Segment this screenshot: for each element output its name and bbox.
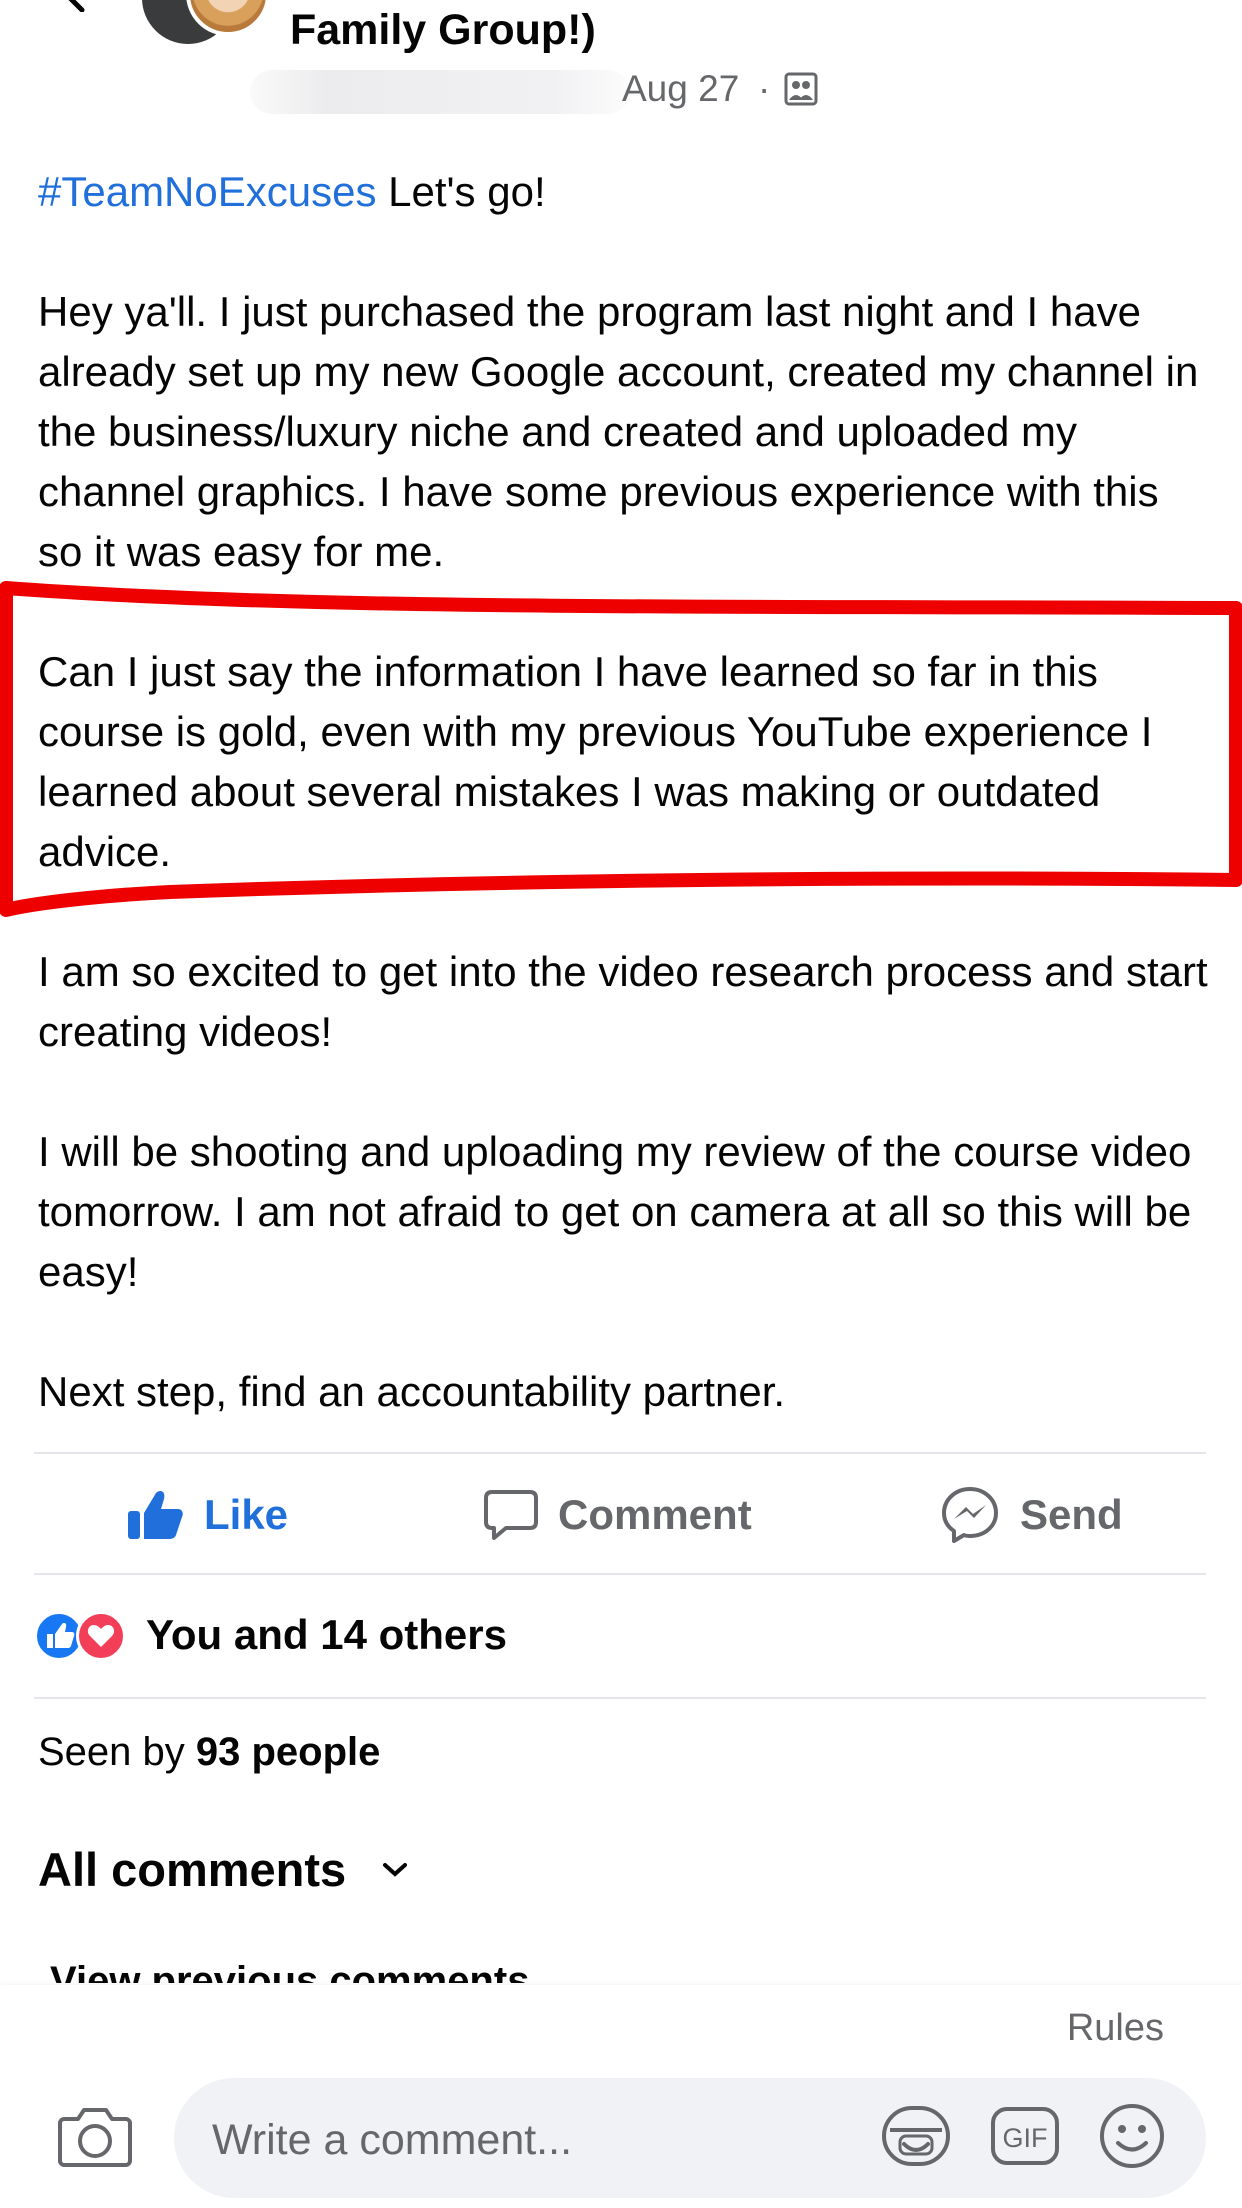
comment-filter-dropdown[interactable]: All comments [38,1842,408,1897]
chevron-left-icon[interactable] [52,0,92,12]
post-paragraph: Next step, find an accountability partne… [38,1368,786,1415]
comment-composer: Rules Write a comment... GIF [0,1985,1242,2208]
post-header: Family Group!) Aug 27 · [0,0,1242,140]
sticker-icon[interactable] [880,2100,952,2172]
chevron-down-icon [383,1862,408,1877]
camera-icon[interactable] [58,2105,132,2167]
view-previous-comments-link[interactable]: View previous comments [50,1953,529,1983]
hashtag-link[interactable]: #TeamNoExcuses [38,168,376,215]
post-paragraph: I will be shooting and uploading my revi… [38,1128,1192,1295]
reaction-count-text: You and 14 others [146,1611,507,1658]
group-title[interactable]: Family Group!) [290,6,596,55]
comment-input[interactable]: Write a comment... GIF [174,2078,1206,2198]
send-button[interactable]: Send [940,1483,1123,1547]
comment-button[interactable]: Comment [484,1483,752,1547]
gif-label: GIF [1003,2123,1048,2153]
seen-by-prefix: Seen by [38,1730,196,1774]
avatar-group[interactable] [142,0,270,48]
reaction-icons [34,1607,134,1663]
divider [34,1452,1206,1454]
post-paragraph: Hey ya'll. I just purchased the program … [38,288,1199,575]
comment-placeholder: Write a comment... [212,2116,573,2164]
like-button[interactable]: Like [126,1483,288,1547]
emoji-icon[interactable] [1098,2102,1166,2170]
date-separator: · [758,68,771,109]
post-date[interactable]: Aug 27 [622,68,739,110]
post-paragraph: I am so excited to get into the video re… [38,948,1208,1055]
post-first-line: #TeamNoExcuses Let's go! [38,162,1208,222]
post-text: #TeamNoExcuses Let's go! Hey ya'll. I ju… [38,162,1208,1482]
divider [34,1697,1206,1699]
redacted-author-name [250,70,630,114]
post-action-bar: Like Comment Send [0,1455,1242,1573]
comment-label: Comment [558,1491,752,1538]
send-label: Send [1020,1491,1123,1538]
post-paragraph-highlighted: Can I just say the information I have le… [38,648,1153,875]
rules-link[interactable]: Rules [1067,2007,1164,2050]
post-meta: Aug 27 · [250,68,850,114]
seen-by[interactable]: Seen by 93 people [38,1730,380,1775]
group-privacy-icon [784,72,818,106]
comment-bubble-icon [484,1490,538,1540]
seen-by-count: 93 people [195,1730,381,1774]
messenger-icon [942,1487,998,1543]
like-label: Like [204,1491,289,1538]
reaction-summary[interactable]: You and 14 others [34,1600,507,1670]
post-first-line-text: Let's go! [376,168,546,215]
love-reaction-icon [76,1611,126,1661]
comment-filter-label: All comments [38,1843,347,1896]
thumbs-up-icon [128,1491,183,1539]
gif-icon[interactable]: GIF [990,2106,1060,2166]
divider [34,1573,1206,1575]
